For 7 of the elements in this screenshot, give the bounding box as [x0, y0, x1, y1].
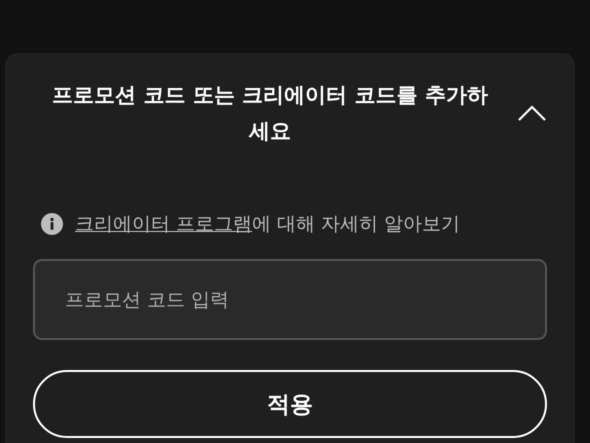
info-icon [41, 213, 63, 235]
panel-title: 프로모션 코드 또는 크리에이터 코드를 추가하세요 [51, 82, 489, 145]
promo-code-field[interactable]: 프로모션 코드 입력 [33, 259, 547, 340]
creator-program-link[interactable]: 크리에이터 프로그램 [75, 213, 252, 235]
collapse-chevron-icon[interactable] [517, 104, 547, 122]
info-text: 크리에이터 프로그램에 대해 자세히 알아보기 [75, 212, 460, 237]
apply-button[interactable]: 적용 [33, 370, 547, 438]
